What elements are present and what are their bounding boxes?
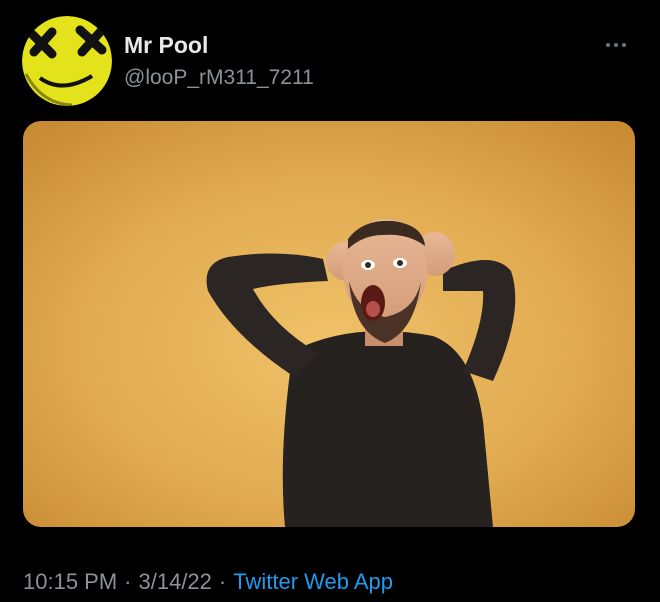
tweet-metadata: 10:15 PM · 3/14/22 · Twitter Web App (23, 569, 393, 595)
more-horizontal-icon-dot (622, 43, 626, 47)
tweet: Mr Pool @looP_rM311_7211 10:15 PM · 3/14… (0, 0, 660, 602)
tweet-source-link[interactable]: Twitter Web App (233, 569, 393, 594)
tweet-time[interactable]: 10:15 PM (23, 569, 117, 594)
separator: · (124, 569, 132, 594)
user-handle: @looP_rM311_7211 (124, 66, 314, 89)
surprised-man-photo (23, 121, 635, 527)
tweet-date[interactable]: 3/14/22 (139, 569, 212, 594)
display-name[interactable]: Mr Pool (124, 32, 208, 59)
tweet-photo[interactable] (23, 121, 635, 527)
more-horizontal-icon (606, 43, 610, 47)
avatar-face-icon (22, 16, 112, 106)
more-options-button[interactable] (598, 30, 634, 60)
more-horizontal-icon-dot (614, 43, 618, 47)
avatar[interactable] (22, 16, 112, 106)
separator: · (218, 569, 227, 594)
